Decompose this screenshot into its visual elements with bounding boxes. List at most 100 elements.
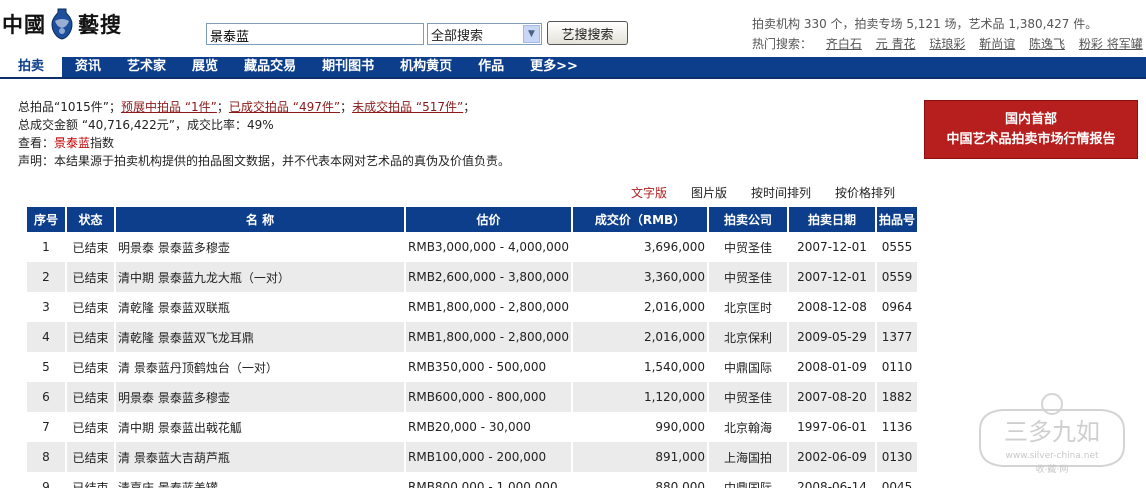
cell-name-link[interactable]: 清嘉庆 景泰蓝盖罐 — [115, 472, 406, 488]
site-logo[interactable]: 中國 藝搜 — [2, 6, 130, 42]
cell-status: 已结束 — [66, 322, 116, 352]
hot-search-link[interactable]: 元 青花 — [876, 37, 916, 51]
nav-item-books[interactable]: 期刊图书 — [309, 57, 387, 77]
index-link[interactable]: 景泰蓝 — [54, 136, 90, 150]
cell-company[interactable]: 北京保利 — [708, 322, 790, 352]
cell-name-link[interactable]: 清中期 景泰蓝出戟花觚 — [115, 412, 406, 442]
cell-date: 1997-06-01 — [788, 412, 878, 442]
site-stats: 拍卖机构 330 个，拍卖专场 5,121 场，艺术品 1,380,427 件。 — [752, 17, 1098, 31]
nav-item-more[interactable]: 更多>> — [517, 57, 591, 77]
cell-name-link[interactable]: 明景泰 景泰蓝多穆壶 — [115, 382, 406, 412]
cell-status: 已结束 — [66, 262, 116, 292]
cell-name-link[interactable]: 清乾隆 景泰蓝双飞龙耳鼎 — [115, 322, 406, 352]
table-row[interactable]: 9 已结束 清嘉庆 景泰蓝盖罐 RMB800,000 - 1,000,000 8… — [27, 472, 920, 488]
table-row[interactable]: 5 已结束 清 景泰蓝丹顶鹤烛台（一对） RMB350,000 - 500,00… — [27, 352, 920, 382]
main-nav: 拍卖 资讯 艺术家 展览 藏品交易 期刊图书 机构黄页 作品 更多>> — [0, 57, 1146, 79]
col-header-status: 状态 — [66, 207, 116, 232]
cell-company[interactable]: 中贸圣佳 — [708, 262, 790, 292]
cell-no: 7 — [27, 412, 67, 442]
cell-company[interactable]: 中贸圣佳 — [708, 382, 790, 412]
table-row[interactable]: 4 已结束 清乾隆 景泰蓝双飞龙耳鼎 RMB1,800,000 - 2,800,… — [27, 322, 920, 352]
sort-by-time-link[interactable]: 按时间排列 — [751, 184, 811, 201]
cell-estimate: RMB600,000 - 800,000 — [405, 382, 574, 412]
cell-estimate: RMB1,800,000 - 2,800,000 — [405, 322, 574, 352]
hot-search-link[interactable]: 琺琅彩 — [929, 37, 965, 51]
banner-line2: 中国艺术品拍卖市场行情报告 — [946, 131, 1116, 147]
cell-company[interactable]: 中贸圣佳 — [708, 232, 790, 262]
cell-price: 891,000 — [572, 442, 710, 472]
nav-item-directory[interactable]: 机构黄页 — [387, 57, 465, 77]
nav-item-works[interactable]: 作品 — [465, 57, 517, 77]
nav-item-auction[interactable]: 拍卖 — [0, 57, 63, 77]
view-label: 查看： — [18, 136, 55, 150]
cell-company[interactable]: 上海国拍 — [708, 442, 790, 472]
table-row[interactable]: 3 已结束 清乾隆 景泰蓝双联瓶 RMB1,800,000 - 2,800,00… — [27, 292, 920, 322]
cell-name-link[interactable]: 清 景泰蓝丹顶鹤烛台（一对） — [115, 352, 406, 382]
sort-by-price-link[interactable]: 按价格排列 — [835, 184, 895, 201]
watermark-title: 三多九如 — [1004, 418, 1100, 446]
chevron-down-icon[interactable]: ▼ — [523, 25, 540, 43]
cell-company[interactable]: 中鼎国际 — [708, 352, 790, 382]
cell-price: 2,016,000 — [572, 292, 710, 322]
table-header-row: 序号 状态 名 称 估价 成交价（RMB） 拍卖公司 拍卖日期 拍品号 — [27, 207, 920, 232]
col-header-lot: 拍品号 — [876, 207, 920, 232]
search-input[interactable]: 景泰蓝 — [206, 23, 424, 45]
cell-lot: 1377 — [876, 322, 920, 352]
summary-line-index: 查看：景泰蓝指数 — [18, 134, 510, 152]
text-view-link[interactable]: 文字版 — [631, 184, 667, 201]
table-row[interactable]: 1 已结束 明景泰 景泰蓝多穆壶 RMB3,000,000 - 4,000,00… — [27, 232, 920, 262]
nav-item-trading[interactable]: 藏品交易 — [231, 57, 309, 77]
col-header-date: 拍卖日期 — [788, 207, 878, 232]
hot-search-label: 热门搜索： — [752, 37, 813, 51]
cell-estimate: RMB100,000 - 200,000 — [405, 442, 574, 472]
cell-company[interactable]: 北京翰海 — [708, 412, 790, 442]
hot-search-link[interactable]: 粉彩 将军罐 — [1079, 37, 1143, 51]
col-header-company: 拍卖公司 — [708, 207, 790, 232]
cell-date: 2007-08-20 — [788, 382, 878, 412]
cell-price: 3,360,000 — [572, 262, 710, 292]
disclaimer: 声明：本结果源于拍卖机构提供的拍品图文数据，并不代表本网对艺术品的真伪及价值负责… — [18, 154, 511, 168]
cell-lot: 0964 — [876, 292, 920, 322]
hot-search-link[interactable]: 齐白石 — [826, 37, 862, 51]
table-row[interactable]: 2 已结束 清中期 景泰蓝九龙大瓶（一对） RMB2,600,000 - 3,8… — [27, 262, 920, 292]
report-banner[interactable]: 国内首部 中国艺术品拍卖市场行情报告 — [924, 100, 1138, 159]
cell-estimate: RMB2,600,000 - 3,800,000 — [405, 262, 574, 292]
separator: ； — [340, 100, 353, 114]
table-row[interactable]: 6 已结束 明景泰 景泰蓝多穆壶 RMB600,000 - 800,000 1,… — [27, 382, 920, 412]
cell-name-link[interactable]: 明景泰 景泰蓝多穆壶 — [115, 232, 406, 262]
nav-item-artists[interactable]: 艺术家 — [114, 57, 179, 77]
nav-item-news[interactable]: 资讯 — [62, 57, 114, 77]
cell-name-link[interactable]: 清中期 景泰蓝九龙大瓶（一对） — [115, 262, 406, 292]
col-header-estimate: 估价 — [405, 207, 574, 232]
table-row[interactable]: 8 已结束 清 景泰蓝大吉葫芦瓶 RMB100,000 - 200,000 89… — [27, 442, 920, 472]
results-table: 序号 状态 名 称 估价 成交价（RMB） 拍卖公司 拍卖日期 拍品号 1 已结… — [27, 207, 920, 488]
cell-lot: 0555 — [876, 232, 920, 262]
unsold-lots-link[interactable]: 未成交拍品 “517件” — [352, 100, 463, 114]
nav-item-exhibitions[interactable]: 展览 — [179, 57, 231, 77]
sold-lots-link[interactable]: 已成交拍品 “497件” — [229, 100, 340, 114]
cell-status: 已结束 — [66, 382, 116, 412]
table-row[interactable]: 7 已结束 清中期 景泰蓝出戟花觚 RMB20,000 - 30,000 990… — [27, 412, 920, 442]
hot-search-link[interactable]: 靳尚谊 — [979, 37, 1015, 51]
banner-line1: 国内首部 — [1004, 111, 1057, 127]
cell-no: 1 — [27, 232, 67, 262]
cell-name-link[interactable]: 清乾隆 景泰蓝双联瓶 — [115, 292, 406, 322]
cell-lot: 0110 — [876, 352, 920, 382]
summary-line-counts: 总拍品“1015件”；预展中拍品 “1件”；已成交拍品 “497件”；未成交拍品… — [18, 98, 510, 116]
cell-date: 2008-06-14 — [788, 472, 878, 488]
cell-company[interactable]: 中鼎国际 — [708, 472, 790, 488]
cell-company[interactable]: 北京匡时 — [708, 292, 790, 322]
cell-lot: 0559 — [876, 262, 920, 292]
cell-name-link[interactable]: 清 景泰蓝大吉葫芦瓶 — [115, 442, 406, 472]
search-scope-select[interactable]: 全部搜索 ▼ — [427, 23, 542, 45]
image-view-link[interactable]: 图片版 — [691, 184, 727, 201]
cell-no: 6 — [27, 382, 67, 412]
hot-search-link[interactable]: 陈逸飞 — [1029, 37, 1065, 51]
cell-status: 已结束 — [66, 352, 116, 382]
previewing-lots-link[interactable]: 预展中拍品 “1件” — [121, 100, 217, 114]
cell-lot: 1136 — [876, 412, 920, 442]
cell-no: 8 — [27, 442, 67, 472]
cell-price: 1,540,000 — [572, 352, 710, 382]
search-button[interactable]: 艺搜搜索 — [547, 21, 628, 45]
summary-line-amount: 总成交金额 “40,716,422元”，成交比率：49% — [18, 118, 274, 132]
